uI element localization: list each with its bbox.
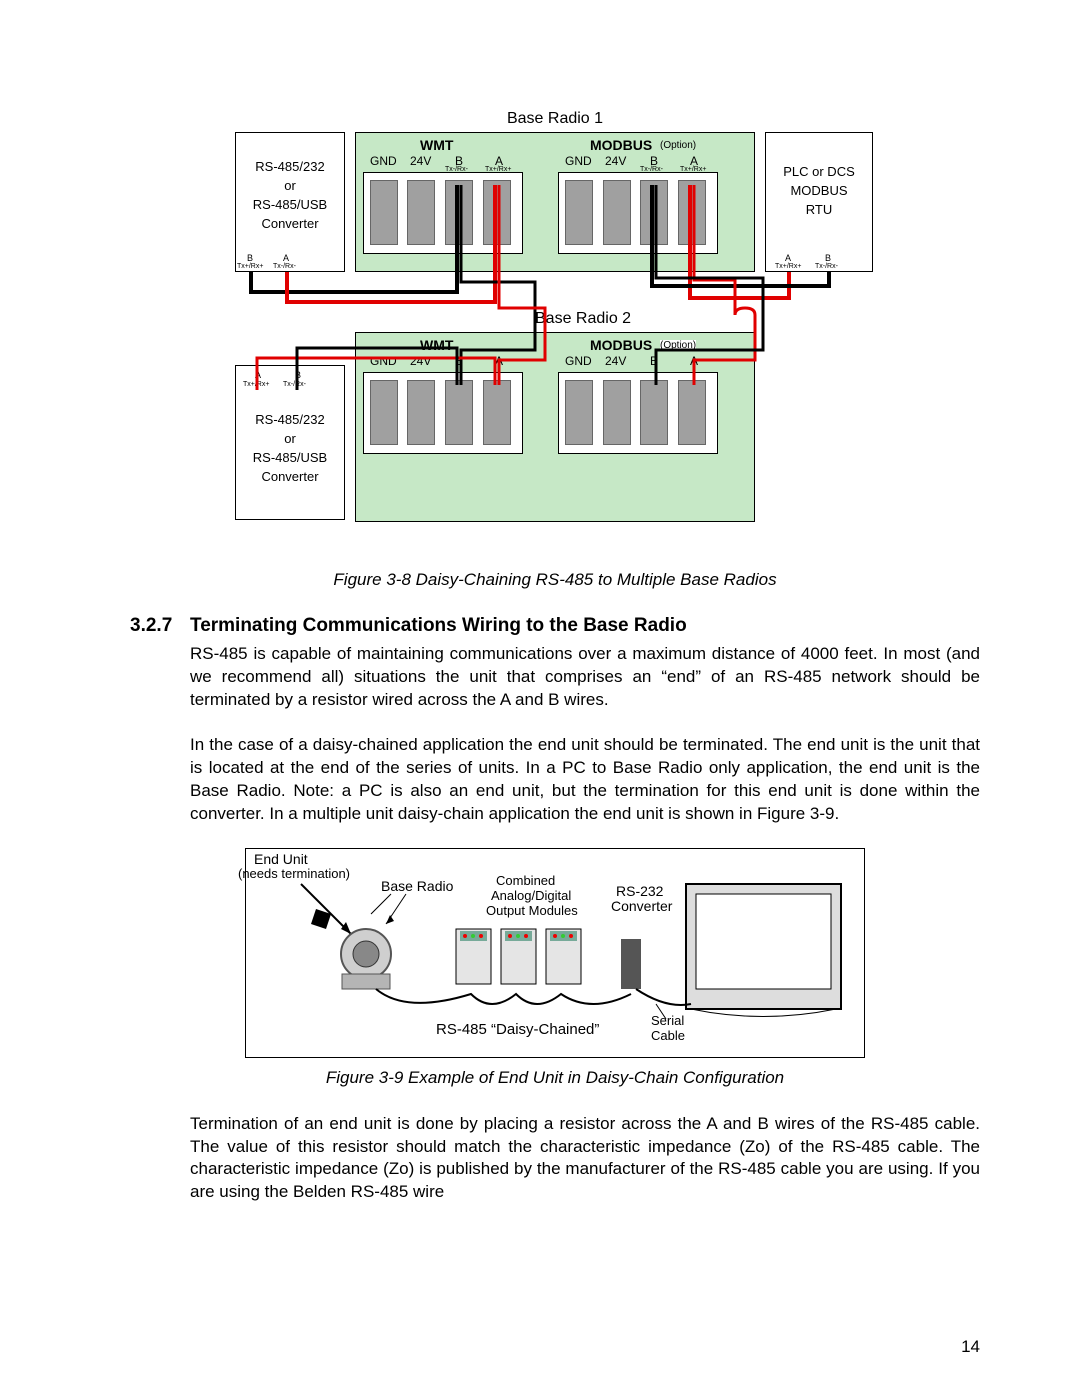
figure-3-9: End Unit (needs termination) Base Radio … <box>245 848 865 1058</box>
section-heading: 3.2.7 Terminating Communications Wiring … <box>130 615 980 637</box>
section-title: Terminating Communications Wiring to the… <box>190 615 687 637</box>
paragraph-2: In the case of a daisy-chained applicati… <box>190 734 980 826</box>
figure-3-9-caption: Figure 3-9 Example of End Unit in Daisy-… <box>130 1068 980 1088</box>
figure-3-8: Base Radio 1 RS-485/232 or RS-485/USB Co… <box>235 110 875 540</box>
figure-3-8-caption: Figure 3-8 Daisy-Chaining RS-485 to Mult… <box>130 570 980 590</box>
paragraph-1: RS-485 is capable of maintaining communi… <box>190 643 980 712</box>
figure-3-9-drawing <box>246 849 866 1059</box>
section-number: 3.2.7 <box>130 615 190 637</box>
wiring-overlay <box>235 110 875 540</box>
paragraph-3: Termination of an end unit is done by pl… <box>190 1113 980 1205</box>
page-number: 14 <box>961 1337 980 1357</box>
